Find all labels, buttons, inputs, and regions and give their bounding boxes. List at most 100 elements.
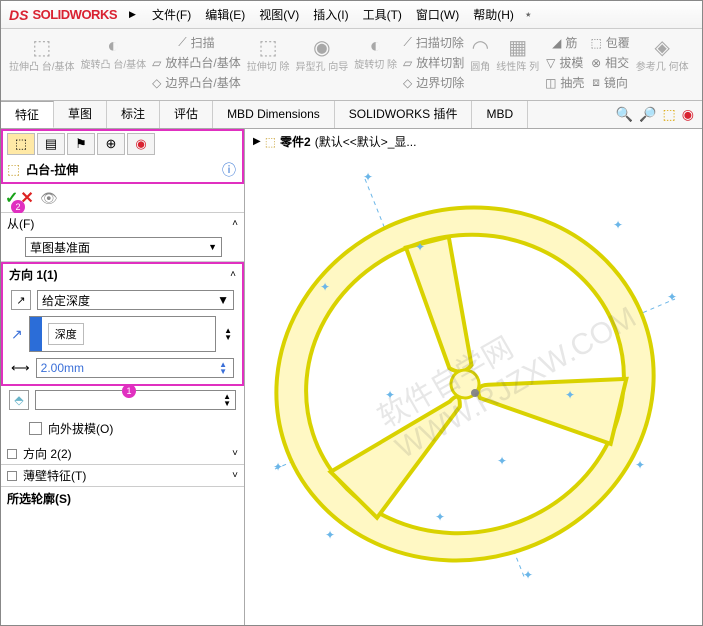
depth-hint: 深度 <box>48 323 84 345</box>
zoom-icon[interactable]: 🔍 <box>616 106 633 123</box>
tab-evaluate[interactable]: 评估 <box>160 101 213 128</box>
depth-dimension-icon: ⟷ <box>11 360 30 376</box>
rib-boundary-boss[interactable]: ◇边界凸台/基体 <box>150 73 243 92</box>
thin-checkbox[interactable] <box>7 471 17 481</box>
menu-star-icon[interactable]: ⋆ <box>524 6 533 23</box>
svg-text:✦: ✦ <box>565 388 575 402</box>
preview-icon[interactable]: 👁 <box>40 190 58 207</box>
help-icon[interactable]: ⓘ <box>222 160 236 180</box>
svg-text:✦: ✦ <box>523 568 533 582</box>
tab-mbd[interactable]: MBD <box>472 101 528 128</box>
menu-insert[interactable]: 插入(I) <box>309 4 352 25</box>
menu-view[interactable]: 视图(V) <box>255 4 303 25</box>
dropdown-icon: ▼ <box>217 293 229 307</box>
rib-intersect[interactable]: ⊗相交 <box>589 53 631 72</box>
rib-sweep-cut[interactable]: ⟋扫描切除 <box>401 33 465 52</box>
dir2-checkbox[interactable] <box>7 449 17 459</box>
svg-text:✦: ✦ <box>273 460 283 474</box>
breadcrumb-expand-icon[interactable]: ▶ <box>253 136 261 147</box>
depth-input[interactable]: 2.00mm ▲▼ <box>36 358 234 378</box>
logo-sw: SOLIDWORKS <box>32 7 117 22</box>
ptab-property[interactable]: ▤ <box>37 133 65 155</box>
ptab-config[interactable]: ⚑ <box>67 133 95 155</box>
svg-text:✦: ✦ <box>613 218 623 232</box>
menu-help[interactable]: 帮助(H) <box>469 4 518 25</box>
rib-revolve-cut[interactable]: ◐旋转切 除 <box>352 33 399 100</box>
rib-rib[interactable]: ◢筋 <box>550 33 579 52</box>
from-select[interactable]: 草图基准面 ▼ <box>25 237 222 257</box>
appearance-icon[interactable]: ◉ <box>682 106 694 123</box>
ptab-feature-tree[interactable]: ⬚ <box>7 133 35 155</box>
feature-header: ⬚ 凸台-拉伸 ⓘ <box>1 157 244 184</box>
section-thin[interactable]: 薄壁特征(T) ˅ <box>1 465 244 487</box>
annotation-badge-1: 1 <box>122 384 136 398</box>
menu-window[interactable]: 窗口(W) <box>412 4 463 25</box>
zoom2-icon[interactable]: 🔎 <box>639 106 656 123</box>
ptab-dim[interactable]: ⊕ <box>97 133 125 155</box>
rib-loft-boss[interactable]: ▱放样凸台/基体 <box>150 53 243 72</box>
viewport-3d[interactable]: ▶ ⬚ 零件2 (默认<<默认>_显... ✦ <box>245 129 702 625</box>
rib-draft[interactable]: ▽拔模 <box>544 53 585 72</box>
menu-tools[interactable]: 工具(T) <box>359 4 406 25</box>
rib-hole-wizard[interactable]: ◉异型孔 向导 <box>293 33 350 100</box>
command-tabs: 特征 草图 标注 评估 MBD Dimensions SOLIDWORKS 插件… <box>1 101 702 129</box>
rib-revolve-boss[interactable]: ◐旋转凸 台/基体 <box>79 33 149 100</box>
depth-visual: 深度 <box>29 316 216 352</box>
menu-file[interactable]: 文件(F) <box>148 4 195 25</box>
chevron-down-icon: ˅ <box>232 448 238 459</box>
draft-icon[interactable]: ⬘ <box>9 390 29 410</box>
svg-text:✦: ✦ <box>320 280 330 294</box>
section-from: 从(F) ˄ 草图基准面 ▼ <box>1 213 244 262</box>
app-logo: DS SOLIDWORKS <box>9 7 117 23</box>
rib-shell[interactable]: ◫抽壳 <box>543 73 586 92</box>
model-preview[interactable]: ✦ ✦ ✦ ✦ ✦ ✦ ✦ ✦ ✦ ✦ ✦ ✦ ✦ <box>265 159 685 589</box>
tab-annotate[interactable]: 标注 <box>107 101 160 128</box>
dir1-header[interactable]: 方向 1(1) ˄ <box>3 264 242 284</box>
tab-feature[interactable]: 特征 <box>1 101 54 128</box>
svg-text:✦: ✦ <box>667 290 677 304</box>
menu-dropdown-icon[interactable]: ▶ <box>129 9 136 20</box>
panel-tabs: ⬚ ▤ ⚑ ⊕ ◉ <box>1 129 244 157</box>
menu-bar: 文件(F) 编辑(E) 视图(V) 插入(I) 工具(T) 窗口(W) 帮助(H… <box>148 4 533 25</box>
menu-edit[interactable]: 编辑(E) <box>201 4 249 25</box>
rib-sweep[interactable]: ⟋扫描 <box>176 33 216 52</box>
rib-extrude-cut[interactable]: ⬚拉伸切 除 <box>245 33 292 100</box>
tab-mbd-dim[interactable]: MBD Dimensions <box>213 101 335 128</box>
viewcube-icon[interactable]: ⬚ <box>663 106 676 123</box>
svg-text:✦: ✦ <box>435 510 445 524</box>
direction-arrow-icon: ↗ <box>11 326 23 343</box>
part-icon: ⬚ <box>265 135 276 149</box>
logo-ds: DS <box>9 7 28 23</box>
svg-text:✦: ✦ <box>363 170 373 184</box>
depth-spin[interactable]: ▲▼ <box>222 325 234 343</box>
main-area: ⬚ ▤ ⚑ ⊕ ◉ ⬚ 凸台-拉伸 ⓘ ✓ ✕ 👁 2 从(F) ˄ 草图基准面 <box>1 129 702 625</box>
tab-sw-addins[interactable]: SOLIDWORKS 插件 <box>335 101 473 128</box>
draft-outward-checkbox[interactable] <box>29 422 42 435</box>
end-condition-select[interactable]: 给定深度 ▼ <box>37 290 234 310</box>
part-name[interactable]: 零件2 <box>280 133 311 150</box>
section-contours[interactable]: 所选轮廓(S) ˅ <box>1 487 244 509</box>
breadcrumb: ▶ ⬚ 零件2 (默认<<默认>_显... <box>253 133 416 150</box>
rib-fillet[interactable]: ◠圆角 <box>468 33 492 100</box>
rib-boundary-cut[interactable]: ◇边界切除 <box>401 73 466 92</box>
ptab-appearance[interactable]: ◉ <box>127 133 155 155</box>
chevron-up-icon: ˄ <box>232 218 238 229</box>
from-header[interactable]: 从(F) ˄ <box>1 213 244 233</box>
part-state: (默认<<默认>_显... <box>315 133 417 150</box>
rib-wrap[interactable]: ⬚包覆 <box>588 33 631 52</box>
rib-mirror[interactable]: ⧈镜向 <box>590 73 630 92</box>
rib-extrude-boss[interactable]: ⬚拉伸凸 台/基体 <box>7 33 77 100</box>
extrude-icon: ⬚ <box>7 161 20 178</box>
rib-linear-pattern[interactable]: ▦线性阵 列 <box>494 33 541 100</box>
reverse-direction-button[interactable]: ↗ <box>11 290 31 310</box>
chevron-down-icon: ˅ <box>232 470 238 481</box>
svg-text:✦: ✦ <box>497 454 507 468</box>
draft-outward-label: 向外拔模(O) <box>48 420 113 437</box>
dropdown-icon: ▼ <box>208 242 217 252</box>
tab-sketch[interactable]: 草图 <box>54 101 107 128</box>
rib-ref-geometry[interactable]: ◈参考几 何体 <box>634 33 691 100</box>
section-direction2[interactable]: 方向 2(2) ˅ <box>1 443 244 465</box>
svg-text:✦: ✦ <box>385 388 395 402</box>
depth-input-spin[interactable]: ▲▼ <box>217 359 229 377</box>
rib-loft-cut[interactable]: ▱放样切割 <box>401 53 466 72</box>
